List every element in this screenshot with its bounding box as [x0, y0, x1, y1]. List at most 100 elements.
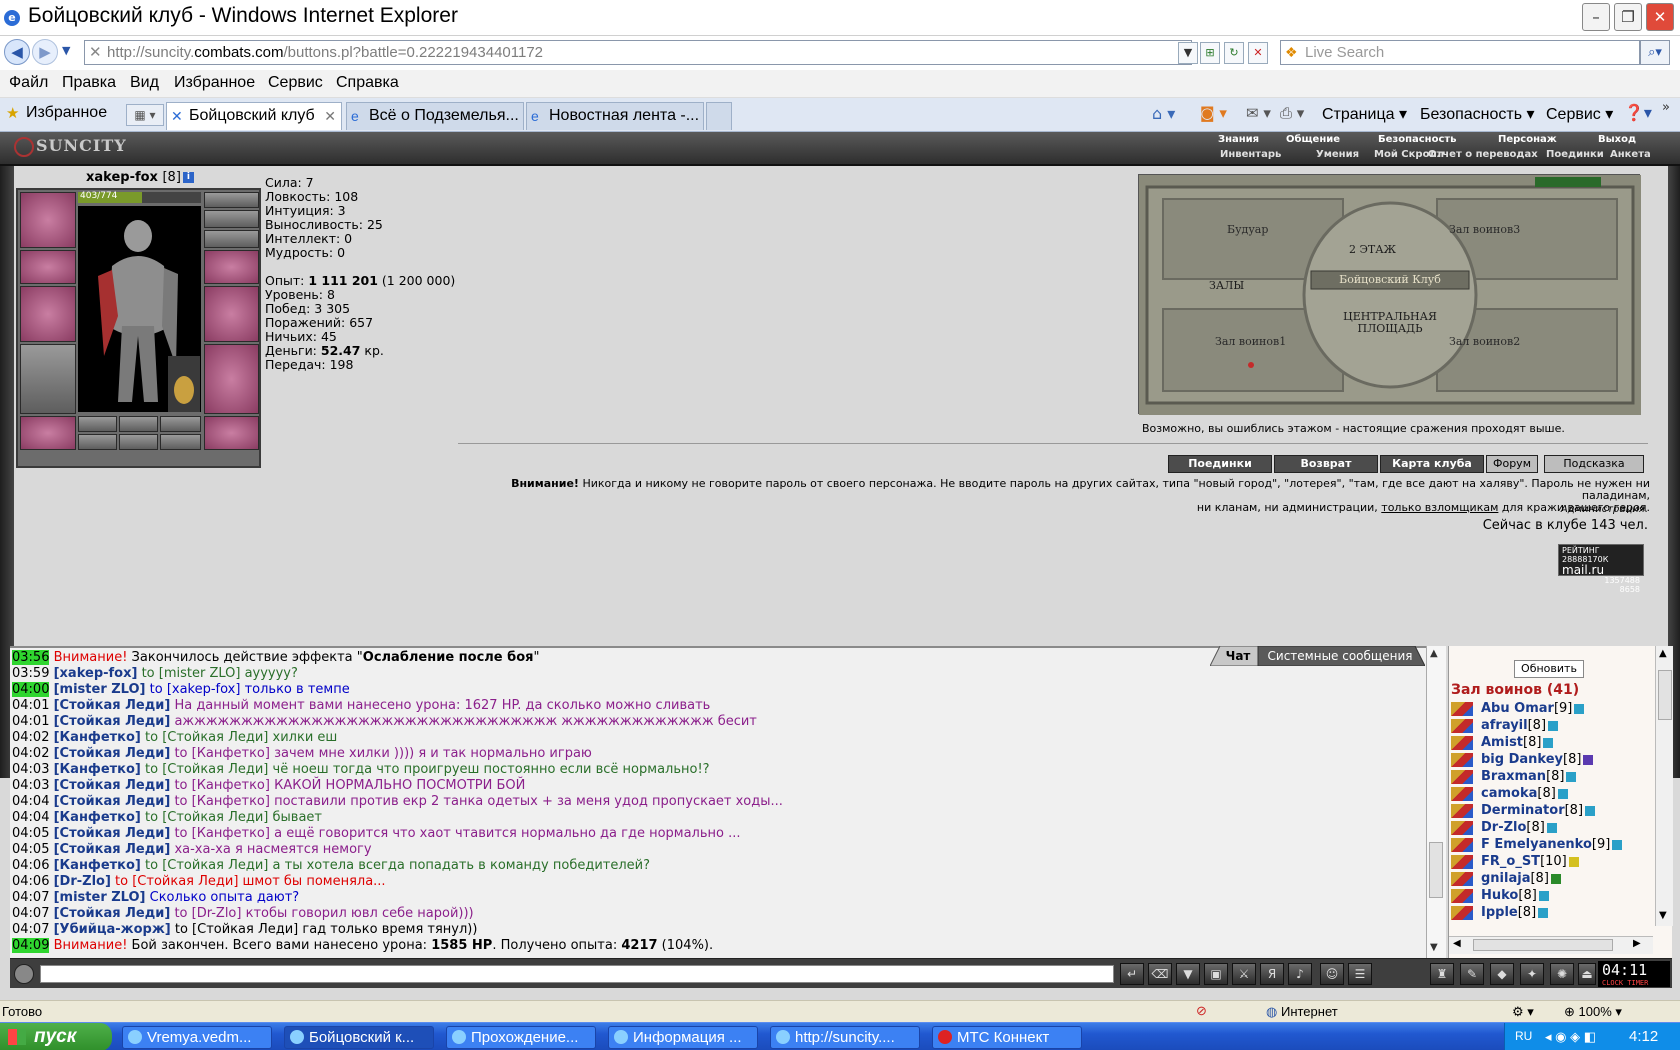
- chat-nick[interactable]: [Стойкая Леди]: [54, 826, 171, 841]
- belt-slot[interactable]: [20, 416, 76, 450]
- user-nick[interactable]: camoka: [1481, 786, 1537, 801]
- chat-time[interactable]: 04:01: [12, 698, 49, 713]
- chat-nick[interactable]: [Dr-Zlo]: [54, 874, 111, 889]
- chat-recipient[interactable]: to [Канфетко]: [170, 826, 270, 841]
- scroll-slot[interactable]: [78, 434, 117, 450]
- user-info-icon[interactable]: [1585, 805, 1596, 816]
- user-nick[interactable]: Huko: [1481, 888, 1518, 903]
- floor-map[interactable]: 2 ЭТАЖ ЗАЛЫ Бойцовский Клуб ЦЕНТРАЛЬНАЯ …: [1138, 174, 1641, 415]
- map-square-label[interactable]: ЦЕНТРАЛЬНАЯ ПЛОЩАДЬ: [1317, 311, 1463, 335]
- users-scroll-thumb[interactable]: [1658, 670, 1672, 720]
- chat-time[interactable]: 04:06: [12, 874, 49, 889]
- chat-nick[interactable]: [mister ZLO]: [54, 682, 146, 697]
- user-info-icon[interactable]: [1574, 703, 1585, 714]
- url-input[interactable]: ✕ http://suncity.combats.com/buttons.pl?b…: [84, 40, 1192, 65]
- private-message-icon[interactable]: [1451, 752, 1473, 767]
- nav-exit[interactable]: Выход: [1598, 133, 1636, 147]
- forward-icon[interactable]: ▶: [32, 39, 58, 65]
- chat-recipient[interactable]: to [Стойкая Леди]: [111, 874, 238, 889]
- user-list-item[interactable]: big Dankey[8]: [1451, 751, 1594, 769]
- more-commands-icon[interactable]: »: [1662, 100, 1670, 115]
- nav-character[interactable]: Персонаж: [1498, 133, 1557, 147]
- search-input[interactable]: ❖ Live Search: [1280, 40, 1640, 65]
- private-message-icon[interactable]: [1451, 888, 1473, 903]
- weapon-slot[interactable]: [20, 286, 76, 342]
- chat-time[interactable]: 04:07: [12, 922, 49, 937]
- nav-communication[interactable]: Общение: [1286, 133, 1340, 147]
- user-nick[interactable]: FR_o_ST: [1481, 854, 1540, 869]
- rune-slot[interactable]: [119, 416, 158, 432]
- chat-recipient[interactable]: to [Канфетко]: [170, 794, 270, 809]
- history-dropdown-icon[interactable]: ▼: [62, 44, 70, 57]
- tab-news[interactable]: e Новостная лента -...: [526, 102, 704, 130]
- maximize-button[interactable]: ❐: [1614, 3, 1642, 31]
- user-list-item[interactable]: Huko[8]: [1451, 887, 1549, 905]
- chat-time[interactable]: 04:04: [12, 810, 49, 825]
- user-list-item[interactable]: F Emelyanenko[9]: [1451, 836, 1623, 854]
- user-nick[interactable]: Amist: [1481, 735, 1523, 750]
- feeds-icon[interactable]: ◙ ▾: [1200, 104, 1227, 122]
- users-hscrollbar[interactable]: ◀ ▶: [1449, 936, 1653, 954]
- scroll-down-icon[interactable]: ▼: [1659, 910, 1667, 921]
- chat-time[interactable]: 03:56: [12, 650, 50, 665]
- user-nick[interactable]: Braxman: [1481, 769, 1546, 784]
- favorites-star-icon[interactable]: ★: [6, 104, 19, 122]
- offhand-slot[interactable]: [204, 286, 259, 342]
- chat-nick[interactable]: [Стойкая Леди]: [54, 794, 171, 809]
- chat-nick[interactable]: [Стойкая Леди]: [54, 778, 171, 793]
- club-map-button[interactable]: Карта клуба: [1380, 455, 1484, 473]
- users-scrollbar[interactable]: ▲ ▼: [1655, 646, 1673, 926]
- users-hscroll-thumb[interactable]: [1473, 939, 1613, 951]
- user-nick[interactable]: Derminator: [1481, 803, 1565, 818]
- tab-chat[interactable]: Чат: [1218, 646, 1258, 666]
- nav-knowledge[interactable]: Знания: [1218, 133, 1259, 147]
- mailru-counter[interactable]: РЕЙТИНГ 28888170К mail.ru 1357488 8658: [1558, 544, 1644, 594]
- chat-recipient[interactable]: to [Стойкая Леди]: [141, 858, 268, 873]
- chat-recipient[interactable]: to [Стойкая Леди]: [141, 762, 268, 777]
- protected-mode-icon[interactable]: ⚙ ▾: [1512, 1004, 1534, 1020]
- chat-recipient[interactable]: to [xakep-fox]: [146, 682, 241, 697]
- nav-transfers-report[interactable]: Отчет о переводах: [1428, 148, 1538, 162]
- chat-recipient[interactable]: to [Канфетко]: [170, 778, 270, 793]
- forum-button[interactable]: Форум: [1486, 455, 1538, 473]
- chat-nick[interactable]: [Стойкая Леди]: [54, 698, 171, 713]
- map-boudoir[interactable]: Будуар: [1227, 223, 1268, 236]
- language-indicator[interactable]: RU: [1515, 1029, 1532, 1043]
- chat-time[interactable]: 04:02: [12, 746, 49, 761]
- user-nick[interactable]: gnilaja: [1481, 871, 1530, 886]
- private-message-icon[interactable]: [1451, 854, 1473, 869]
- private-message-icon[interactable]: [1451, 769, 1473, 784]
- user-info-icon[interactable]: [1538, 890, 1549, 901]
- nav-profile[interactable]: Анкета: [1610, 148, 1651, 162]
- nav-skills[interactable]: Умения: [1316, 148, 1359, 162]
- menu-favorites[interactable]: Избранное: [174, 74, 255, 92]
- gem-icon[interactable]: ◆: [1490, 963, 1514, 985]
- sound-icon[interactable]: ♪: [1288, 963, 1312, 985]
- chat-recipient[interactable]: to [Стойкая Леди]: [141, 730, 268, 745]
- chat-nick[interactable]: [Канфетко]: [54, 858, 141, 873]
- chat-time[interactable]: 04:03: [12, 778, 49, 793]
- scroll-slot[interactable]: [160, 434, 201, 450]
- character-name[interactable]: xakep-fox [8] i: [86, 170, 194, 185]
- user-info-icon[interactable]: [1546, 822, 1557, 833]
- nav-duels[interactable]: Поединки: [1546, 148, 1604, 162]
- tools-menu[interactable]: Сервис ▾: [1546, 104, 1613, 124]
- helmet-slot[interactable]: [20, 192, 76, 248]
- scroll-down-icon[interactable]: ▼: [1430, 942, 1438, 953]
- refresh-users-button[interactable]: Обновить: [1514, 660, 1584, 678]
- chat-time[interactable]: 04:04: [12, 794, 49, 809]
- fight-icon[interactable]: ⚔: [1232, 963, 1256, 985]
- bottle-icon[interactable]: ♜: [1430, 963, 1454, 985]
- chat-nick[interactable]: [Канфетко]: [54, 762, 141, 777]
- chat-recipient[interactable]: to [Стойкая Леди]: [141, 810, 268, 825]
- chat-nick[interactable]: [Убийца-жорж]: [54, 922, 171, 937]
- scroll-left-icon[interactable]: ◀: [1453, 938, 1461, 949]
- save-log-icon[interactable]: ▣: [1204, 963, 1228, 985]
- user-info-icon[interactable]: [1612, 839, 1623, 850]
- hint-button[interactable]: Подсказка: [1544, 455, 1644, 473]
- minimize-button[interactable]: –: [1582, 3, 1610, 31]
- private-message-icon[interactable]: [1451, 803, 1473, 818]
- user-nick[interactable]: Dr-Zlo: [1481, 820, 1526, 835]
- chat-time[interactable]: 04:06: [12, 858, 49, 873]
- menu-file[interactable]: Файл: [9, 74, 48, 92]
